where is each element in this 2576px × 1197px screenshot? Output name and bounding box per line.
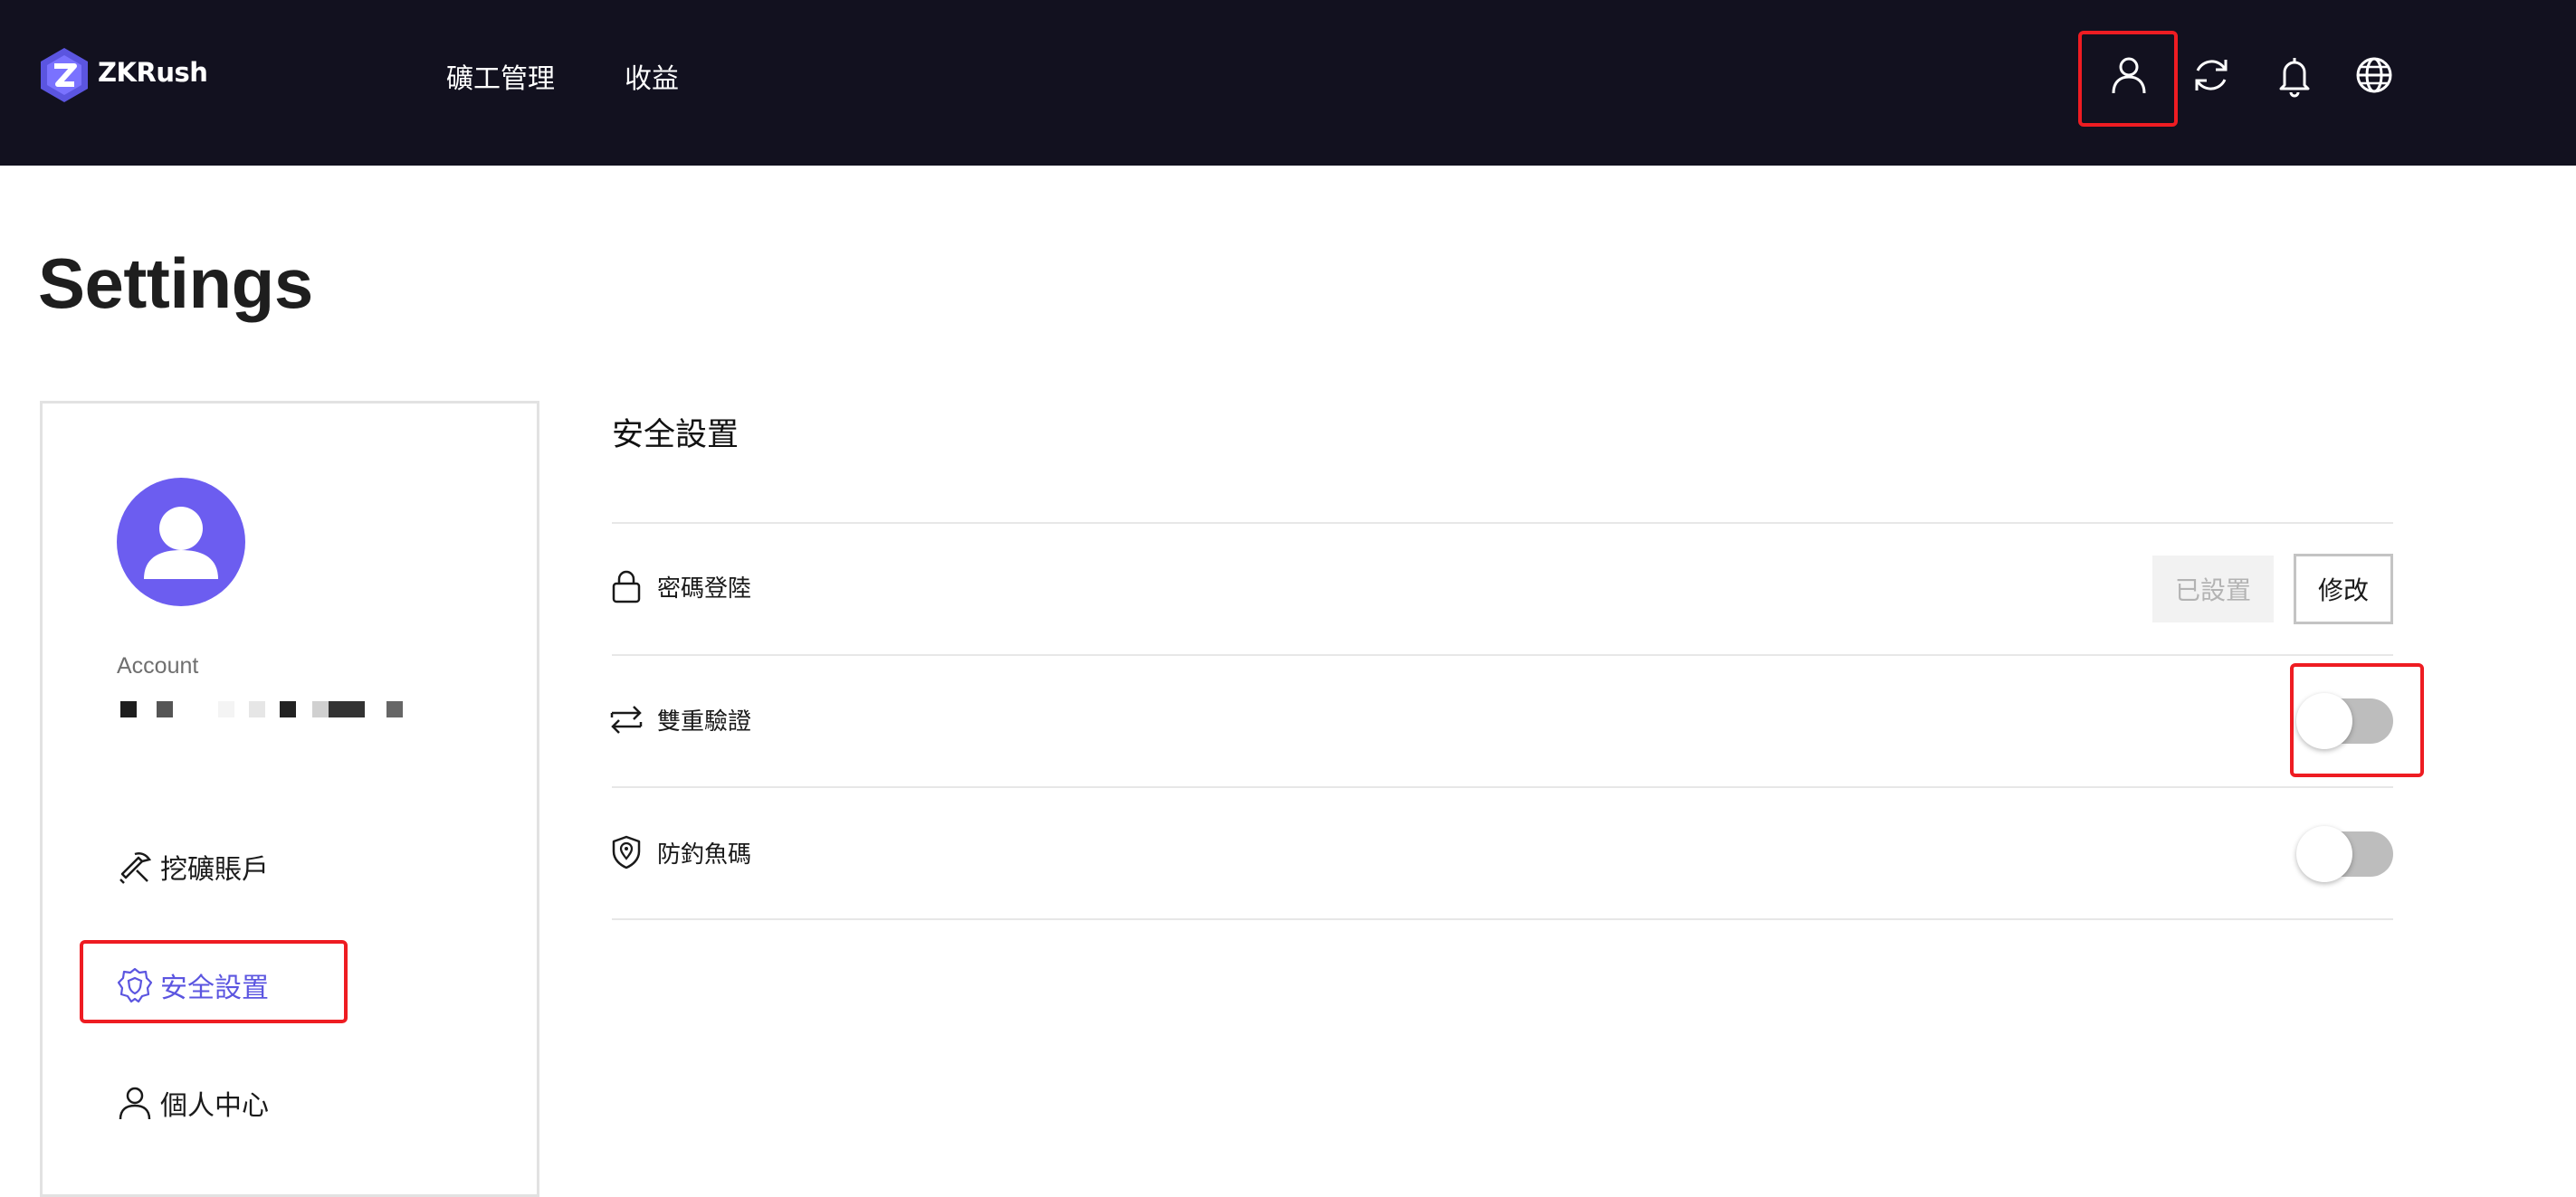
swap-arrows-icon (610, 706, 643, 734)
user-icon[interactable] (2106, 52, 2151, 98)
toggle-knob (2296, 693, 2352, 749)
sidebar-item-label: 挖礦賬戶 (160, 854, 269, 886)
anti-phishing-row: 防釣魚碼 (608, 834, 751, 870)
divider (612, 522, 2393, 524)
refresh-icon[interactable] (2189, 52, 2234, 98)
bell-icon[interactable] (2272, 52, 2317, 98)
password-login-label: 密碼登陸 (657, 575, 752, 603)
password-login-row: 密碼登陸 (608, 568, 751, 604)
top-nav-bar: ZKRush 礦工管理 收益 (0, 0, 2576, 166)
nav-earnings[interactable]: 收益 (625, 56, 679, 96)
security-item-highlight (80, 940, 348, 1023)
section-title: 安全設置 (612, 417, 739, 453)
two-factor-row: 雙重驗證 (608, 701, 751, 737)
nav-miner-management[interactable]: 礦工管理 (446, 56, 555, 96)
settings-sidebar: Account 挖礦賬戶 安全設置 個人中心 (40, 401, 539, 1197)
zkrush-logo-icon[interactable] (38, 46, 91, 104)
anti-phishing-label: 防釣魚碼 (657, 841, 752, 869)
divider (612, 918, 2393, 920)
sidebar-item-personal-center[interactable]: 個人中心 (115, 1078, 269, 1128)
divider (612, 654, 2393, 656)
lock-icon (612, 570, 641, 603)
anti-phishing-toggle[interactable] (2296, 826, 2393, 882)
brand-name[interactable]: ZKRush (98, 57, 208, 88)
page-title: Settings (38, 243, 313, 323)
avatar (117, 478, 245, 606)
account-label: Account (117, 653, 199, 679)
avatar-user-icon (144, 507, 218, 579)
user-icon (119, 1087, 151, 1120)
two-factor-label: 雙重驗證 (657, 708, 752, 736)
two-factor-toggle[interactable] (2296, 693, 2393, 749)
toggle-knob (2296, 826, 2352, 882)
password-set-status: 已設置 (2152, 556, 2274, 622)
sidebar-item-mining-account[interactable]: 挖礦賬戶 (115, 841, 269, 892)
divider (612, 786, 2393, 788)
account-value-masked (117, 699, 443, 719)
sidebar-item-label: 個人中心 (160, 1090, 269, 1122)
globe-icon[interactable] (2352, 52, 2397, 98)
shield-pin-icon (612, 835, 641, 869)
password-edit-button[interactable]: 修改 (2294, 554, 2393, 624)
mining-tools-icon (119, 852, 152, 884)
